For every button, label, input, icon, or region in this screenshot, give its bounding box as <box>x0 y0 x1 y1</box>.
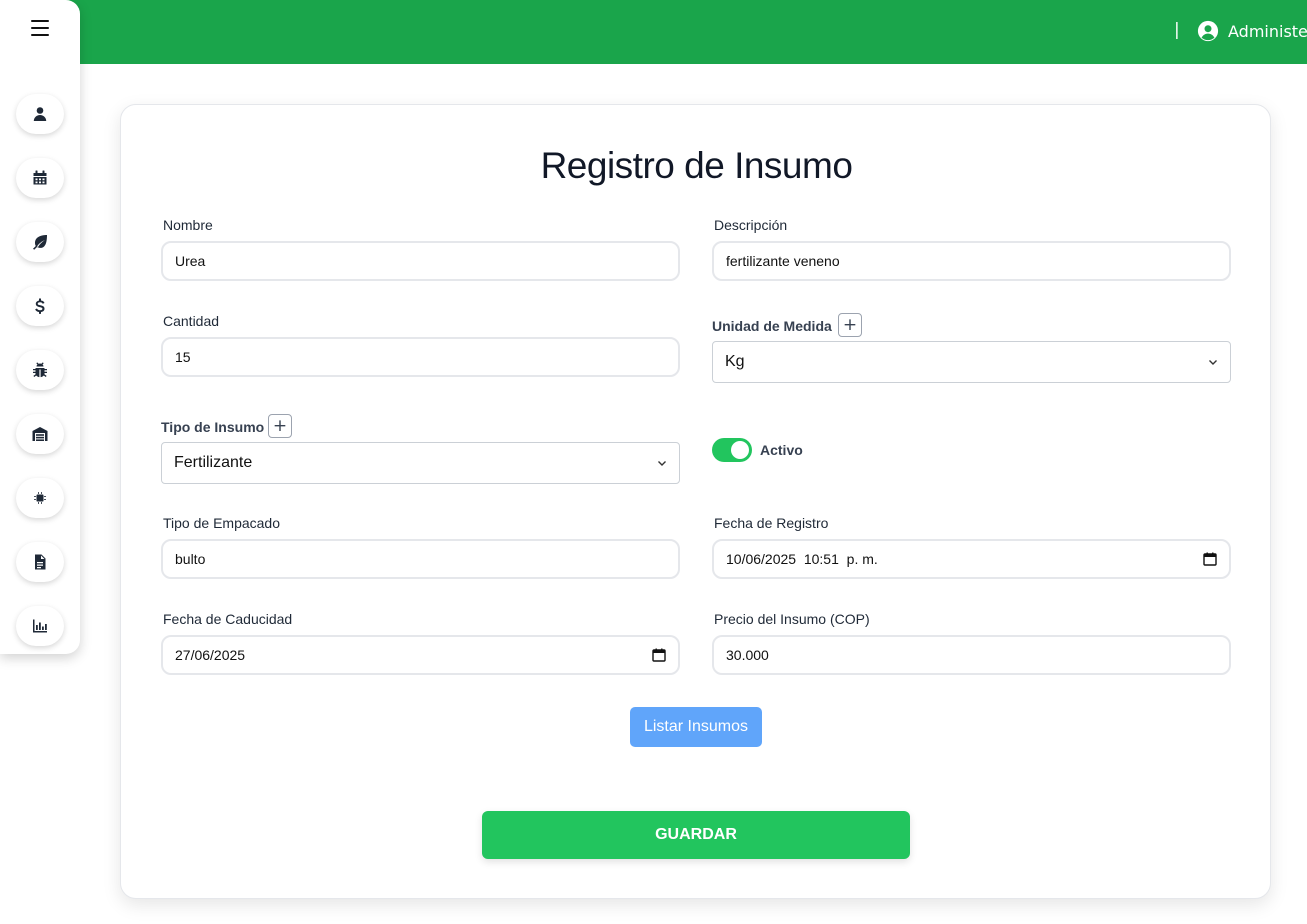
precio-label: Precio del Insumo (COP) <box>714 611 870 627</box>
fecha-registro-input[interactable]: 10/06/2025 10:51 p. m. <box>712 539 1231 579</box>
form-card: Registro de Insumo Nombre Urea Descripci… <box>120 104 1271 899</box>
nav-sensors-button[interactable] <box>16 478 64 518</box>
toggle-knob <box>731 441 749 459</box>
fecha-caducidad-label: Fecha de Caducidad <box>163 611 293 627</box>
dollar-icon <box>35 298 45 314</box>
calendar-picker-icon[interactable] <box>652 648 666 662</box>
hamburger-menu-icon[interactable] <box>28 17 52 39</box>
calendar-icon <box>33 170 47 185</box>
user-menu[interactable]: Administer <box>1197 20 1307 42</box>
unidad-select[interactable]: Kg <box>712 341 1231 383</box>
nav-pests-button[interactable] <box>16 350 64 390</box>
cantidad-value: 15 <box>175 349 191 365</box>
top-bar: | Administer <box>0 0 1307 64</box>
fecha-caducidad-input[interactable]: 27/06/2025 <box>161 635 680 675</box>
fecha-registro-label: Fecha de Registro <box>714 515 829 531</box>
document-icon <box>35 554 46 570</box>
unidad-value: Kg <box>725 353 745 370</box>
warehouse-icon <box>32 427 48 441</box>
list-insumos-button[interactable]: Listar Insumos <box>630 707 762 747</box>
fecha-caducidad-value: 27/06/2025 <box>175 647 246 663</box>
add-unidad-button[interactable]: + <box>838 313 862 337</box>
nav-calendar-button[interactable] <box>16 158 64 198</box>
tipo-empacado-label: Tipo de Empacado <box>163 515 280 531</box>
tipo-insumo-label: Tipo de Insumo <box>161 419 265 435</box>
chevron-down-icon <box>1209 360 1217 365</box>
user-circle-icon <box>1197 20 1219 42</box>
activo-label: Activo <box>760 442 803 458</box>
descripcion-label: Descripción <box>714 217 788 233</box>
precio-input[interactable]: 30.000 <box>712 635 1231 675</box>
nav-finance-button[interactable] <box>16 286 64 326</box>
fecha-registro-value: 10/06/2025 10:51 p. m. <box>726 551 878 567</box>
page-title: Registro de Insumo <box>540 145 853 186</box>
nombre-input[interactable]: Urea <box>161 241 680 281</box>
cantidad-label: Cantidad <box>163 313 220 329</box>
descripcion-input[interactable]: fertilizante veneno <box>712 241 1231 281</box>
nav-reports-button[interactable] <box>16 606 64 646</box>
nav-documents-button[interactable] <box>16 542 64 582</box>
nombre-label: Nombre <box>163 217 213 233</box>
microchip-icon <box>34 492 46 504</box>
save-button[interactable]: GUARDAR <box>482 811 910 859</box>
nombre-value: Urea <box>175 253 206 269</box>
nav-warehouse-button[interactable] <box>16 414 64 454</box>
nav-user-button[interactable] <box>16 94 64 134</box>
descripcion-value: fertilizante veneno <box>726 253 840 269</box>
add-tipo-insumo-button[interactable]: + <box>268 414 292 438</box>
precio-value: 30.000 <box>726 647 769 663</box>
unidad-label: Unidad de Medida <box>712 318 832 334</box>
calendar-picker-icon[interactable] <box>1203 552 1217 566</box>
tipo-insumo-value: Fertilizante <box>174 454 253 471</box>
tipo-empacado-input[interactable]: bulto <box>161 539 680 579</box>
activo-toggle[interactable] <box>712 438 752 462</box>
user-icon <box>33 107 47 121</box>
sidebar <box>0 0 80 654</box>
tipo-insumo-select[interactable]: Fertilizante <box>161 442 680 484</box>
chart-icon <box>33 619 47 633</box>
leaf-icon <box>33 235 47 250</box>
cantidad-input[interactable]: 15 <box>161 337 680 377</box>
chevron-down-icon <box>658 461 666 466</box>
nav-crops-button[interactable] <box>16 222 64 262</box>
bug-icon <box>33 362 47 378</box>
header-separator: | <box>1174 20 1180 40</box>
user-name: Administer <box>1228 21 1307 41</box>
tipo-empacado-value: bulto <box>175 551 206 567</box>
